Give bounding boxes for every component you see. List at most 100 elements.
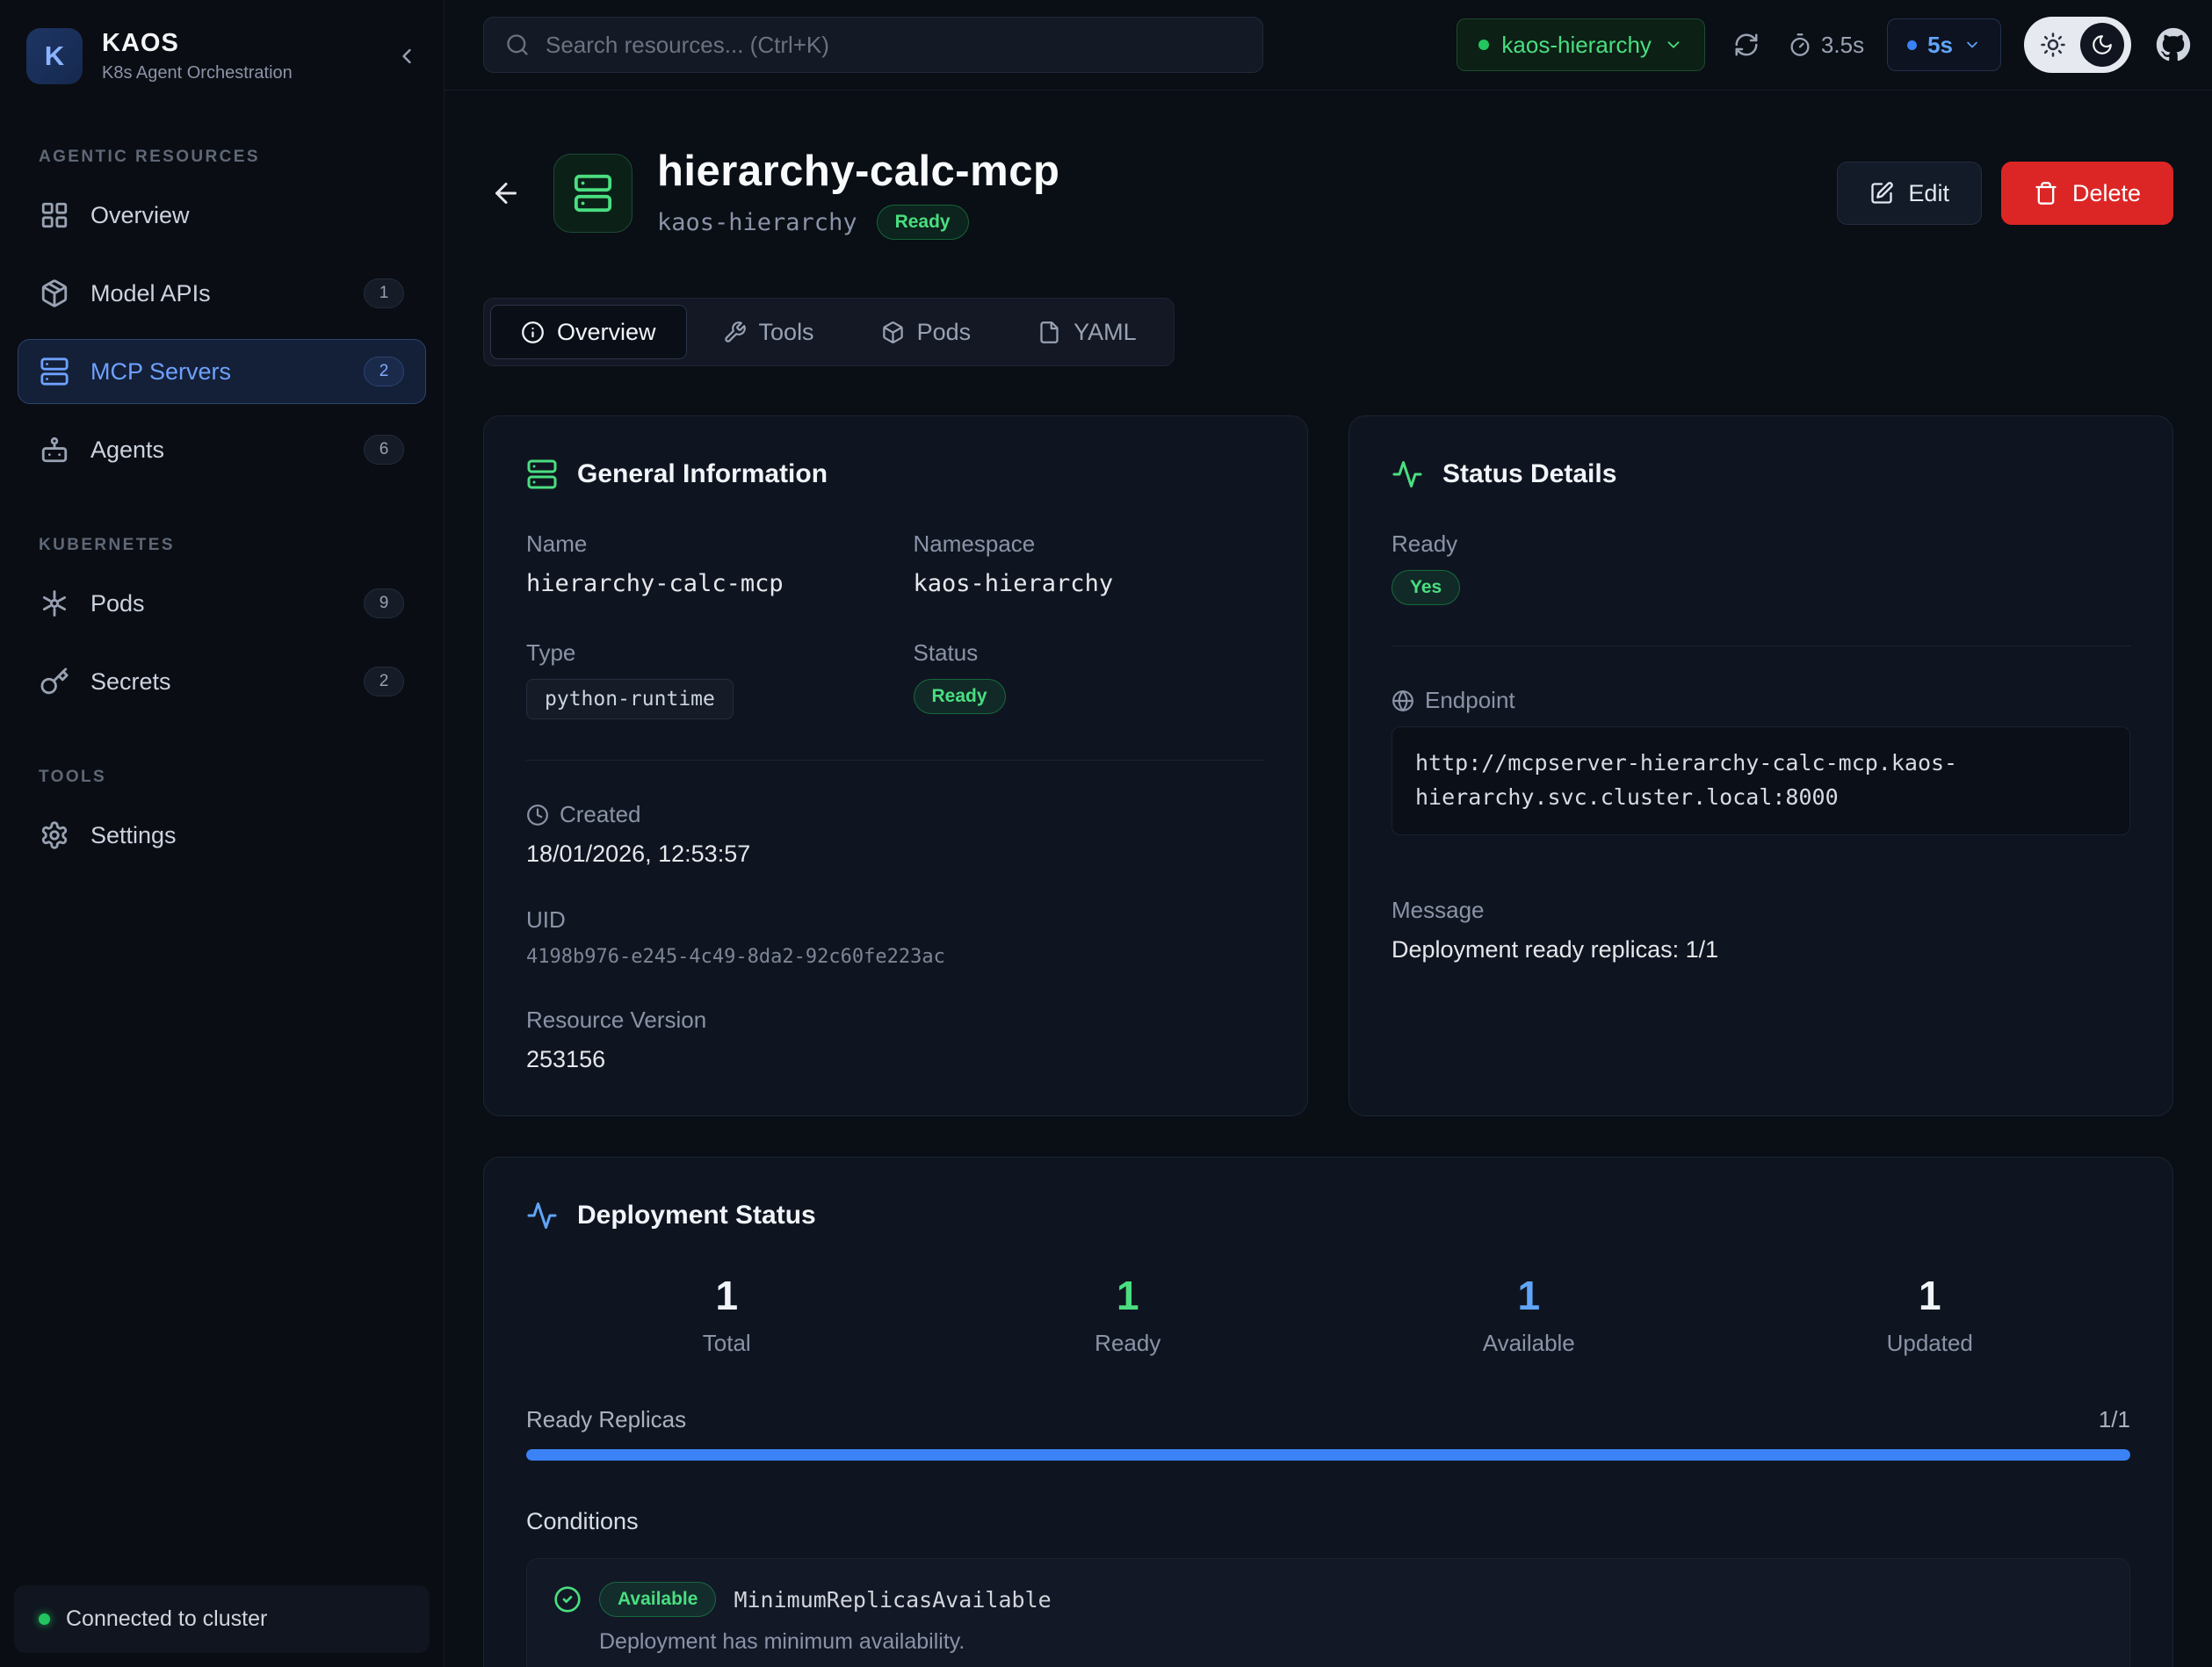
check-circle-icon (553, 1585, 582, 1613)
server-icon (526, 458, 558, 490)
field-uid: UID 4198b976-e245-4c49-8da2-92c60fe223ac (526, 906, 1265, 968)
wrench-icon (723, 321, 747, 344)
search-input[interactable] (546, 32, 1241, 59)
load-time-value: 3.5s (1821, 32, 1864, 59)
refresh-button[interactable] (1728, 26, 1765, 63)
chevron-down-icon (1664, 35, 1683, 54)
card-title: Deployment Status (577, 1201, 816, 1230)
stat-value: 1 (526, 1272, 928, 1319)
field-type: Type python-runtime (526, 639, 878, 719)
sidebar: K KAOS K8s Agent Orchestration AGENTIC R… (0, 0, 445, 1667)
condition-reason: MinimumReplicasAvailable (734, 1587, 1051, 1613)
arrow-left-icon (490, 177, 522, 209)
gear-icon (40, 820, 69, 850)
status-badge: Ready (914, 679, 1006, 714)
sidebar-item-pods[interactable]: Pods 9 (18, 571, 426, 636)
topbar: kaos-hierarchy 3.5s 5s (445, 0, 2212, 90)
delete-button[interactable]: Delete (2001, 162, 2173, 225)
trash-icon (2034, 181, 2058, 206)
key-icon (40, 667, 69, 696)
connection-status-text: Connected to cluster (66, 1606, 267, 1632)
theme-toggle[interactable] (2024, 17, 2131, 73)
field-name: Name hierarchy-calc-mcp (526, 530, 878, 597)
ready-replicas-row: Ready Replicas 1/1 (526, 1406, 2130, 1433)
replicas-progress-fill (526, 1449, 2130, 1461)
field-message: Message Deployment ready replicas: 1/1 (1392, 897, 2130, 963)
grid-icon (40, 200, 69, 230)
search-box[interactable] (483, 17, 1263, 73)
field-resource-version: Resource Version 253156 (526, 1007, 1265, 1073)
sidebar-item-label: Secrets (90, 668, 171, 696)
card-title: Status Details (1442, 459, 1616, 489)
timer-icon (1788, 32, 1812, 57)
interval-value: 5s (1927, 32, 1953, 59)
page-header: hierarchy-calc-mcp kaos-hierarchy Ready … (483, 147, 2173, 240)
load-time: 3.5s (1788, 32, 1864, 59)
field-namespace: Namespace kaos-hierarchy (914, 530, 1266, 597)
sidebar-item-mcp-servers[interactable]: MCP Servers 2 (18, 339, 426, 404)
tab-label: Pods (917, 319, 972, 346)
sidebar-item-settings[interactable]: Settings (18, 803, 426, 868)
field-label: Type (526, 639, 878, 667)
stat-label: Available (1328, 1330, 1730, 1357)
ready-replicas-value: 1/1 (2099, 1406, 2130, 1433)
app-logo: K (26, 28, 83, 84)
field-value: hierarchy-calc-mcp (526, 570, 878, 597)
sidebar-item-model-apis[interactable]: Model APIs 1 (18, 261, 426, 326)
mcp-server-icon (553, 154, 633, 233)
interval-dot-icon (1907, 40, 1917, 50)
field-label: Resource Version (526, 1007, 1265, 1034)
sidebar-item-label: Overview (90, 202, 190, 229)
page-title: hierarchy-calc-mcp (657, 147, 1059, 196)
resource-namespace: kaos-hierarchy (657, 209, 857, 236)
stat-ready: 1 Ready (928, 1272, 1329, 1357)
sidebar-item-label: Settings (90, 822, 177, 849)
stat-available: 1 Available (1328, 1272, 1730, 1357)
pods-icon (40, 588, 69, 618)
field-label: Message (1392, 897, 2130, 924)
nav-section-tools: TOOLS (18, 727, 426, 803)
chevron-down-icon (1963, 36, 1981, 54)
refresh-interval-selector[interactable]: 5s (1887, 18, 2001, 71)
field-value: 253156 (526, 1046, 1265, 1073)
server-icon (40, 357, 69, 386)
tab-tools[interactable]: Tools (692, 305, 845, 359)
chevron-left-icon (394, 44, 419, 69)
sidebar-item-overview[interactable]: Overview (18, 183, 426, 248)
tab-overview[interactable]: Overview (490, 305, 687, 359)
status-badge: Ready (877, 205, 969, 240)
edit-button[interactable]: Edit (1837, 162, 1982, 225)
endpoint-value: http://mcpserver-hierarchy-calc-mcp.kaos… (1392, 726, 2130, 835)
nav-section-kubernetes: KUBERNETES (18, 495, 426, 571)
namespace-selector[interactable]: kaos-hierarchy (1457, 18, 1705, 71)
field-label: Namespace (914, 530, 1266, 558)
sidebar-item-label: Agents (90, 437, 164, 464)
status-details-card: Status Details Ready Yes Endpoint http:/… (1348, 415, 2173, 1116)
sidebar-item-label: Model APIs (90, 280, 211, 307)
sidebar-item-badge: 9 (364, 588, 404, 618)
main-content: hierarchy-calc-mcp kaos-hierarchy Ready … (445, 90, 2212, 1667)
delete-button-label: Delete (2072, 180, 2141, 207)
stat-label: Updated (1730, 1330, 2131, 1357)
sidebar-item-agents[interactable]: Agents 6 (18, 417, 426, 482)
github-link[interactable] (2156, 27, 2191, 62)
cluster-connection-status: Connected to cluster (14, 1585, 430, 1653)
sidebar-item-badge: 1 (364, 278, 404, 308)
tab-bar: Overview Tools Pods YAML (483, 298, 1175, 366)
file-icon (1037, 321, 1061, 344)
type-badge: python-runtime (526, 679, 734, 719)
sidebar-collapse-button[interactable] (394, 44, 419, 69)
moon-icon (2080, 23, 2124, 67)
sidebar-item-label: Pods (90, 590, 145, 617)
back-button[interactable] (483, 170, 529, 216)
pencil-icon (1869, 181, 1894, 206)
field-value: 4198b976-e245-4c49-8da2-92c60fe223ac (526, 946, 1265, 968)
bot-icon (40, 435, 69, 465)
namespace-status-dot-icon (1478, 40, 1489, 50)
tab-pods[interactable]: Pods (850, 305, 1002, 359)
box-icon (881, 321, 905, 344)
condition-message: Deployment has minimum availability. (599, 1629, 2103, 1655)
condition-available: Available MinimumReplicasAvailable Deplo… (526, 1558, 2130, 1667)
tab-yaml[interactable]: YAML (1007, 305, 1167, 359)
sidebar-item-secrets[interactable]: Secrets 2 (18, 649, 426, 714)
